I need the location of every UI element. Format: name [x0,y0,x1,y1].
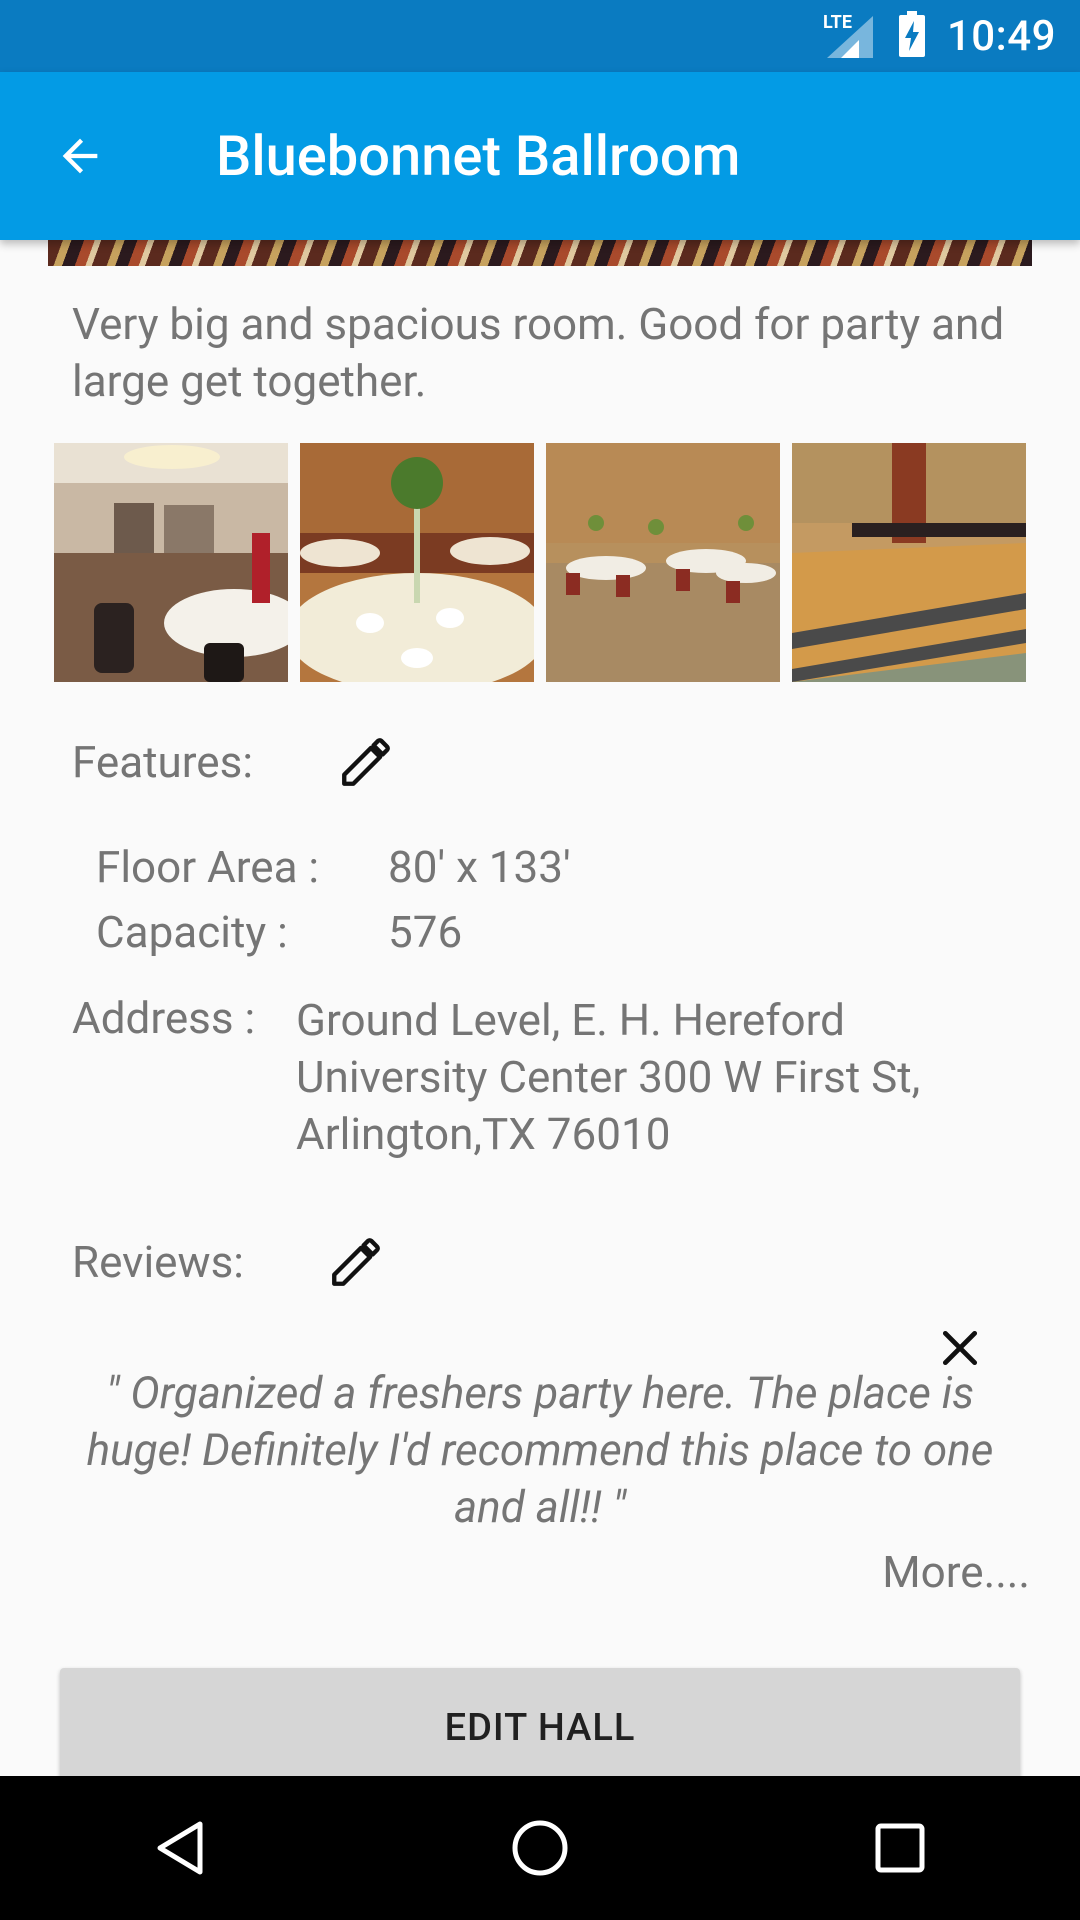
floor-area-value: 80' x 133' [388,841,571,893]
address-label: Address : [72,992,256,1044]
nav-recents-button[interactable] [850,1798,950,1898]
app-bar: Bluebonnet Ballroom [0,72,1080,240]
capacity-value: 576 [388,906,463,958]
battery-charging-icon [898,11,925,61]
edit-features-button[interactable] [336,732,396,792]
status-clock: 10:49 [946,11,1056,61]
ballroom-photo-2[interactable] [300,443,534,682]
nav-back-button[interactable] [130,1798,230,1898]
floor-area-label: Floor Area : [96,841,320,893]
lte-signal-icon: LTE [823,12,877,60]
close-icon [942,1330,978,1366]
page-title: Bluebonnet Ballroom [216,123,741,189]
photo-gallery [54,443,1026,682]
nav-home-button[interactable] [490,1798,590,1898]
review-text: " Organized a freshers party here. The p… [86,1367,994,1533]
pencil-icon [332,1238,380,1286]
features-label: Features: [72,736,253,788]
back-button[interactable] [48,124,112,188]
network-type-label: LTE [822,12,852,33]
hero-image [48,240,1032,266]
home-circle-icon [512,1820,568,1876]
status-icons: LTE 10:49 [823,0,1056,72]
arrow-back-icon [62,138,98,174]
pencil-icon [342,738,390,786]
ballroom-photo-4[interactable] [792,443,1026,682]
ballroom-photo-3[interactable] [546,443,780,682]
edit-hall-button[interactable]: EDIT HALL [60,1668,1020,1788]
reviews-label: Reviews: [72,1236,244,1288]
more-reviews-link[interactable]: More.... [882,1546,1030,1598]
hall-description: Very big and spacious room. Good for par… [72,298,1005,407]
system-nav-bar [0,1776,1080,1920]
ballroom-photo-1[interactable] [54,443,288,682]
back-triangle-icon [157,1821,203,1875]
status-bar: LTE 10:49 [0,0,1080,72]
edit-reviews-button[interactable] [326,1232,386,1292]
capacity-label: Capacity : [96,906,288,958]
recents-square-icon [875,1823,925,1873]
address-value: Ground Level, E. H. Hereford University … [296,994,921,1160]
